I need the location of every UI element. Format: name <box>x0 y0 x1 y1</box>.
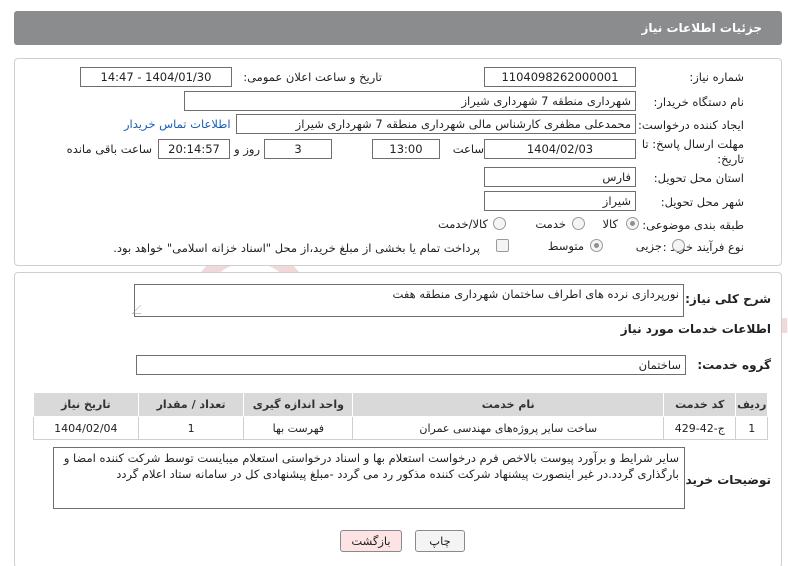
col-qty: تعداد / مقدار <box>137 392 245 417</box>
remaining-label: ساعت باقی مانده <box>66 142 152 156</box>
col-unit: واحد اندازه گیری <box>243 392 354 417</box>
services-table: ردیف کد خدمت نام خدمت واحد اندازه گیری ت… <box>33 392 768 440</box>
category-option-goods: کالا <box>602 217 618 231</box>
cell-date: 1404/02/04 <box>33 416 139 440</box>
creator-label: ایجاد کننده درخواست: <box>638 118 744 132</box>
remaining-time-field[interactable]: 20:14:57 <box>158 139 230 159</box>
table-row: 1 ج-42-429 ساخت سایر پروژه‌های مهندسی عم… <box>33 416 768 440</box>
deadline-time-label: ساعت <box>452 142 484 156</box>
process-radio-medium[interactable] <box>590 239 603 252</box>
page-title: جزئیات اطلاعات نیاز <box>641 21 762 35</box>
summary-label: شرح کلی نیاز: <box>685 292 771 306</box>
cell-row: 1 <box>735 416 768 440</box>
province-field[interactable]: فارس <box>484 167 636 187</box>
deadline-time-field[interactable]: 13:00 <box>372 139 440 159</box>
category-radio-service[interactable] <box>572 217 585 230</box>
treasury-payment-text: پرداخت تمام یا بخشی از مبلغ خرید،از محل … <box>113 241 480 255</box>
city-label: شهر محل تحویل: <box>660 195 744 209</box>
need-details-panel <box>14 58 782 266</box>
deadline-date-field[interactable]: 1404/02/03 <box>484 139 636 159</box>
col-row: ردیف <box>735 392 768 417</box>
service-group-label: گروه خدمت: <box>697 358 771 372</box>
need-number-label: شماره نیاز: <box>689 70 744 84</box>
col-date: تاریخ نیاز <box>33 392 139 417</box>
category-radio-goods-service[interactable] <box>493 217 506 230</box>
cell-name: ساخت سایر پروژه‌های مهندسی عمران <box>352 416 665 440</box>
days-label: روز و <box>234 142 260 156</box>
buyer-org-label: نام دستگاه خریدار: <box>653 95 744 109</box>
need-number-field[interactable]: 1104098262000001 <box>484 67 636 87</box>
days-field[interactable]: 3 <box>264 139 332 159</box>
cell-code: ج-42-429 <box>663 416 737 440</box>
buyer-notes-field[interactable]: سایر شرایط و برآورد پیوست بالاخص فرم درخ… <box>53 447 685 509</box>
summary-field[interactable]: نورپردازی نرده های اطراف ساختمان شهرداری… <box>134 284 684 317</box>
process-radio-minor[interactable] <box>672 239 685 252</box>
category-radio-goods[interactable] <box>626 217 639 230</box>
print-button[interactable]: چاپ <box>415 530 465 552</box>
cell-qty: 1 <box>137 416 245 440</box>
services-table-header: ردیف کد خدمت نام خدمت واحد اندازه گیری ت… <box>33 392 768 417</box>
buyer-contact-link[interactable]: اطلاعات تماس خریدار <box>124 117 231 131</box>
city-field[interactable]: شیراز <box>484 191 636 211</box>
province-label: استان محل تحویل: <box>653 171 744 185</box>
page-header: جزئیات اطلاعات نیاز <box>14 11 782 45</box>
deadline-label-1: مهلت ارسال پاسخ: تا <box>641 137 744 151</box>
col-name: نام خدمت <box>352 392 665 417</box>
category-option-goods-service: کالا/خدمت <box>437 217 488 231</box>
services-section-title: اطلاعات خدمات مورد نیاز <box>620 322 771 336</box>
buyer-org-field[interactable]: شهرداری منطقه 7 شهرداری شیراز <box>184 91 636 111</box>
deadline-label-2: تاریخ: <box>717 152 744 166</box>
announce-field[interactable]: 1404/01/30 - 14:47 <box>80 67 232 87</box>
process-option-minor: جزیی <box>635 239 662 253</box>
category-option-service: خدمت <box>535 217 566 231</box>
process-option-medium: متوسط <box>547 239 584 253</box>
col-code: کد خدمت <box>663 392 737 417</box>
category-label: طبقه بندی موضوعی: <box>642 218 744 232</box>
cell-unit: فهرست بها <box>243 416 354 440</box>
announce-label: تاریخ و ساعت اعلان عمومی: <box>243 70 382 84</box>
creator-field[interactable]: محمدعلی مظفری کارشناس مالی شهرداری منطقه… <box>236 114 636 134</box>
back-button[interactable]: بازگشت <box>340 530 402 552</box>
treasury-payment-checkbox[interactable] <box>496 239 509 252</box>
service-group-field[interactable]: ساختمان <box>136 355 686 375</box>
